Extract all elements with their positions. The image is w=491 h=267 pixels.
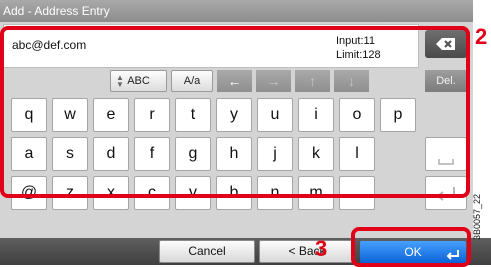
step-2-callout: 2: [475, 24, 488, 49]
window-title: Add - Address Entry: [0, 0, 473, 22]
ok-highlight-frame: [351, 227, 471, 267]
figure-code: 3B0057_22: [472, 170, 491, 240]
figure-code-text: 3B0057_22: [472, 193, 482, 240]
back-button[interactable]: < Back: [259, 240, 355, 263]
keyboard-highlight-frame: [0, 26, 470, 198]
cancel-button[interactable]: Cancel: [159, 240, 255, 263]
step-3-callout: 3: [315, 236, 328, 261]
